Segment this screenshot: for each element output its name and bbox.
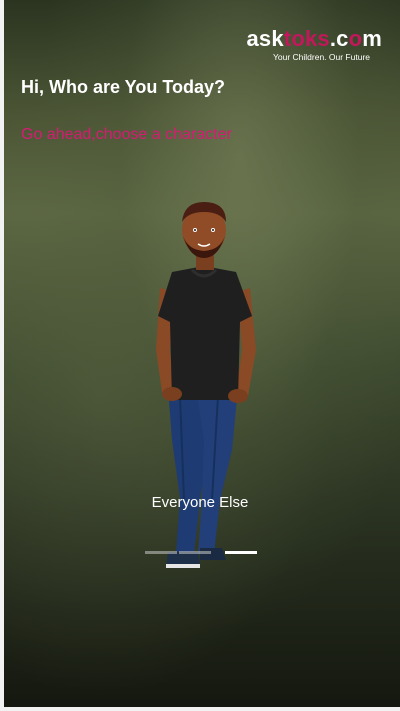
page-title: Hi, Who are You Today? — [21, 77, 226, 97]
character-select-screen: asktoks.com Your Children. Our Future Hi… — [0, 0, 400, 711]
frame-edge-left — [0, 0, 4, 711]
character-carousel-slide[interactable] — [140, 200, 270, 570]
logo-dot-c: .c — [329, 26, 349, 51]
character-name-label: Everyone Else — [151, 494, 249, 511]
logo-o: o — [348, 26, 363, 51]
page-subtitle: Go ahead,choose a character — [21, 126, 232, 143]
logo-m: m — [362, 26, 382, 51]
pager-dot-2[interactable] — [179, 551, 211, 554]
man-avatar-illustration-icon — [156, 202, 256, 568]
carousel-pager — [145, 551, 257, 554]
pager-dot-1[interactable] — [145, 551, 177, 554]
logo-tagline: Your Children. Our Future — [272, 52, 370, 62]
pager-dot-3-active[interactable] — [225, 551, 257, 554]
logo-ask: ask — [246, 26, 284, 51]
logo-wordmark: asktoks.com — [246, 26, 382, 52]
frame-edge-bottom — [0, 707, 400, 711]
logo-toks: toks — [283, 26, 330, 51]
asktoks-logo: asktoks.com Your Children. Our Future — [232, 26, 382, 68]
